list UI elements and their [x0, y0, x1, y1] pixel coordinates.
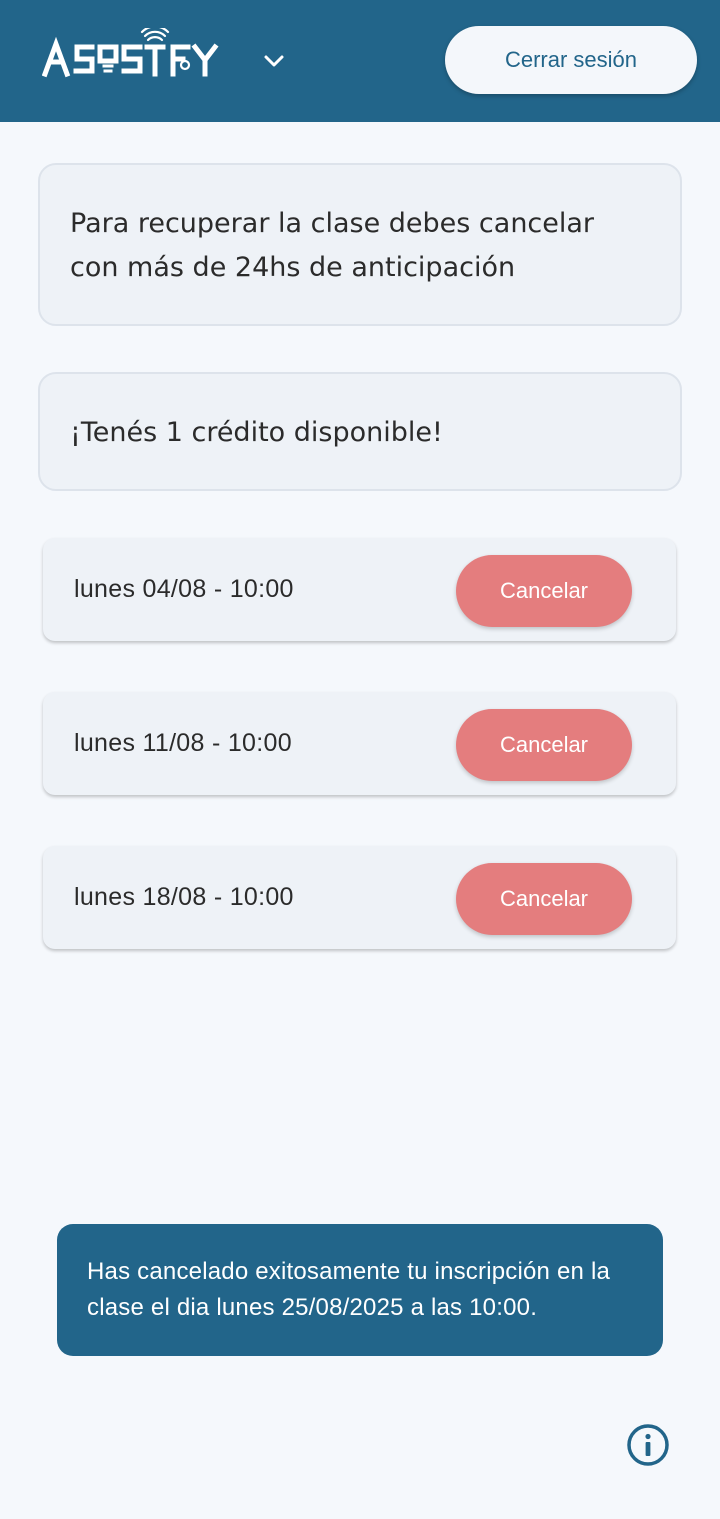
toast-message: Has cancelado exitosamente tu inscripció… [87, 1258, 611, 1321]
app-header: Cerrar sesión [0, 0, 720, 122]
asostfy-logo-icon [42, 28, 219, 78]
credit-text: ¡Tenés 1 crédito disponible! [70, 417, 443, 448]
brand-menu-toggle[interactable] [260, 47, 288, 75]
class-slot: lunes 11/08 - 10:00 Cancelar [43, 692, 676, 795]
recovery-rule-notice: Para recuperar la clase debes cancelar c… [38, 163, 682, 326]
class-slot: lunes 04/08 - 10:00 Cancelar [43, 538, 676, 641]
cancel-class-button[interactable]: Cancelar [456, 555, 632, 627]
recovery-rule-text: Para recuperar la clase debes cancelar c… [70, 208, 595, 283]
credit-notice: ¡Tenés 1 crédito disponible! [38, 372, 682, 491]
brand-logo[interactable] [42, 28, 222, 84]
info-icon [627, 1424, 669, 1466]
class-slot-label: lunes 04/08 - 10:00 [74, 575, 294, 603]
class-slot-label: lunes 18/08 - 10:00 [74, 883, 294, 911]
logout-button[interactable]: Cerrar sesión [445, 26, 697, 94]
success-toast: Has cancelado exitosamente tu inscripció… [57, 1224, 663, 1356]
cancel-class-button[interactable]: Cancelar [456, 709, 632, 781]
class-slot: lunes 18/08 - 10:00 Cancelar [43, 846, 676, 949]
cancel-class-button[interactable]: Cancelar [456, 863, 632, 935]
info-button[interactable] [626, 1423, 670, 1467]
chevron-down-icon [264, 55, 284, 67]
class-slot-label: lunes 11/08 - 10:00 [74, 729, 292, 757]
